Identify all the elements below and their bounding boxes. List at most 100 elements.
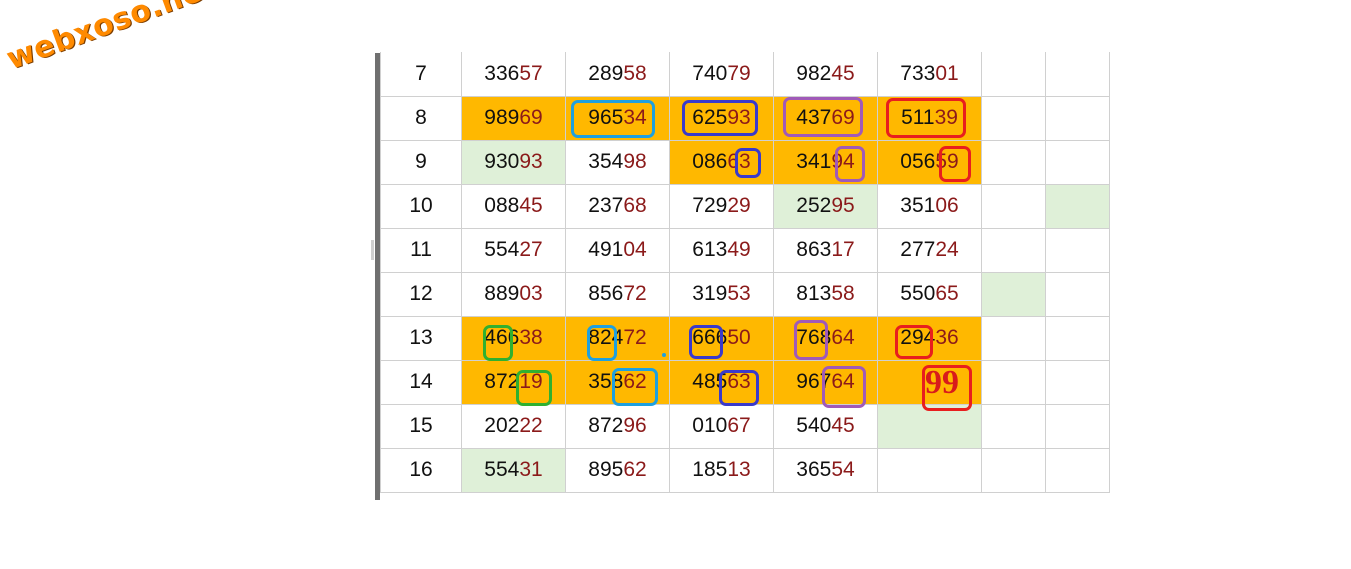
- row-number: 10: [380, 183, 462, 229]
- number-head-digits: 365: [796, 458, 832, 481]
- number-head-digits: 625: [692, 106, 728, 129]
- result-cell: 87296: [565, 403, 670, 449]
- result-cell: [981, 52, 1046, 97]
- result-cell: 82472: [565, 315, 670, 361]
- result-cell: [1045, 359, 1110, 405]
- number-head-digits: 813: [796, 282, 832, 305]
- number-tail-digits: 93: [519, 150, 543, 173]
- number-head-digits: 319: [692, 282, 728, 305]
- row-number: 12: [380, 271, 462, 317]
- number-tail-digits: 34: [623, 106, 647, 129]
- result-cell: 87219: [461, 359, 566, 405]
- result-cell: [1045, 95, 1110, 141]
- number-head-digits: 056: [900, 150, 936, 173]
- number-head-digits: 294: [900, 326, 936, 349]
- number-head-digits: 930: [484, 150, 520, 173]
- row-number: 15: [380, 403, 462, 449]
- result-cell: 35106: [877, 183, 982, 229]
- table-row: 16 55431 89562 18513 36554: [380, 447, 1110, 493]
- number-head-digits: 354: [588, 150, 624, 173]
- number-tail-digits: 01: [935, 61, 959, 85]
- number-tail-digits: 68: [623, 194, 647, 217]
- row-number: 14: [380, 359, 462, 405]
- table-row: 13 46638 82472 66650 76864 29436: [380, 315, 1110, 361]
- number-tail-digits: 54: [831, 458, 855, 481]
- result-cell: 46638: [461, 315, 566, 361]
- number-head-digits: 613: [692, 238, 728, 261]
- prediction-number: 99: [925, 363, 959, 401]
- result-cell: 35862: [565, 359, 670, 405]
- number-tail-digits: 57: [519, 61, 543, 85]
- number-tail-digits: 64: [831, 326, 855, 349]
- result-cell: 34194: [773, 139, 878, 185]
- number-head-digits: 554: [484, 458, 520, 481]
- result-cell: 88903: [461, 271, 566, 317]
- number-tail-digits: 67: [727, 414, 751, 437]
- number-tail-digits: 79: [727, 61, 751, 85]
- result-cell: [1045, 447, 1110, 493]
- number-tail-digits: 64: [831, 370, 855, 393]
- result-cell: 86317: [773, 227, 878, 273]
- result-cell: [1045, 315, 1110, 361]
- number-head-digits: 485: [692, 370, 728, 393]
- site-logo: webxoso.net: [2, 0, 222, 77]
- number-tail-digits: 29: [727, 194, 751, 217]
- result-cell: 61349: [669, 227, 774, 273]
- number-tail-digits: 50: [727, 326, 751, 349]
- number-head-digits: 967: [796, 370, 832, 393]
- scroll-edge-marker: [371, 240, 374, 260]
- result-cell: 76864: [773, 315, 878, 361]
- result-cell: [1045, 227, 1110, 273]
- number-tail-digits: 98: [623, 150, 647, 173]
- number-head-digits: 336: [484, 61, 520, 85]
- number-tail-digits: 62: [623, 458, 647, 481]
- result-cell: 54045: [773, 403, 878, 449]
- result-cell: 98969: [461, 95, 566, 141]
- result-cell: 96534: [565, 95, 670, 141]
- result-cell: 29436: [877, 315, 982, 361]
- number-tail-digits: 53: [727, 282, 751, 305]
- number-tail-digits: 72: [623, 282, 647, 305]
- number-tail-digits: 95: [831, 194, 855, 217]
- number-tail-digits: 19: [519, 370, 543, 393]
- result-cell: [877, 403, 982, 449]
- result-cell: 66650: [669, 315, 774, 361]
- number-tail-digits: 17: [831, 238, 855, 261]
- result-cell: 74079: [669, 52, 774, 97]
- result-cell: [1045, 52, 1110, 97]
- result-cell: [981, 359, 1046, 405]
- table-row: 12 88903 85672 31953 81358 55065: [380, 271, 1110, 317]
- row-number: 13: [380, 315, 462, 361]
- number-tail-digits: 94: [831, 150, 855, 173]
- result-cell: 85672: [565, 271, 670, 317]
- result-cell: 51139: [877, 95, 982, 141]
- result-cell: 18513: [669, 447, 774, 493]
- result-cell: 05659: [877, 139, 982, 185]
- number-head-digits: 185: [692, 458, 728, 481]
- result-cell: [1045, 183, 1110, 229]
- number-head-digits: 491: [588, 238, 624, 261]
- number-head-digits: 872: [588, 414, 624, 437]
- number-head-digits: 358: [588, 370, 624, 393]
- number-tail-digits: 45: [519, 194, 543, 217]
- number-tail-digits: 63: [727, 150, 751, 173]
- result-cell: 49104: [565, 227, 670, 273]
- number-head-digits: 666: [692, 326, 728, 349]
- result-cell: 48563: [669, 359, 774, 405]
- number-tail-digits: 69: [519, 106, 543, 129]
- result-cell: 01067: [669, 403, 774, 449]
- number-tail-digits: 24: [935, 238, 959, 261]
- result-cell: [877, 447, 982, 493]
- number-head-digits: 729: [692, 194, 728, 217]
- number-tail-digits: 49: [727, 238, 751, 261]
- number-tail-digits: 59: [935, 150, 959, 173]
- number-head-digits: 252: [796, 194, 832, 217]
- result-cell: 27724: [877, 227, 982, 273]
- number-head-digits: 511: [901, 106, 935, 129]
- number-tail-digits: 04: [623, 238, 647, 261]
- result-cell: 93093: [461, 139, 566, 185]
- result-cell: [981, 227, 1046, 273]
- number-head-digits: 965: [588, 106, 624, 129]
- result-cell: 55065: [877, 271, 982, 317]
- result-cell: 96764: [773, 359, 878, 405]
